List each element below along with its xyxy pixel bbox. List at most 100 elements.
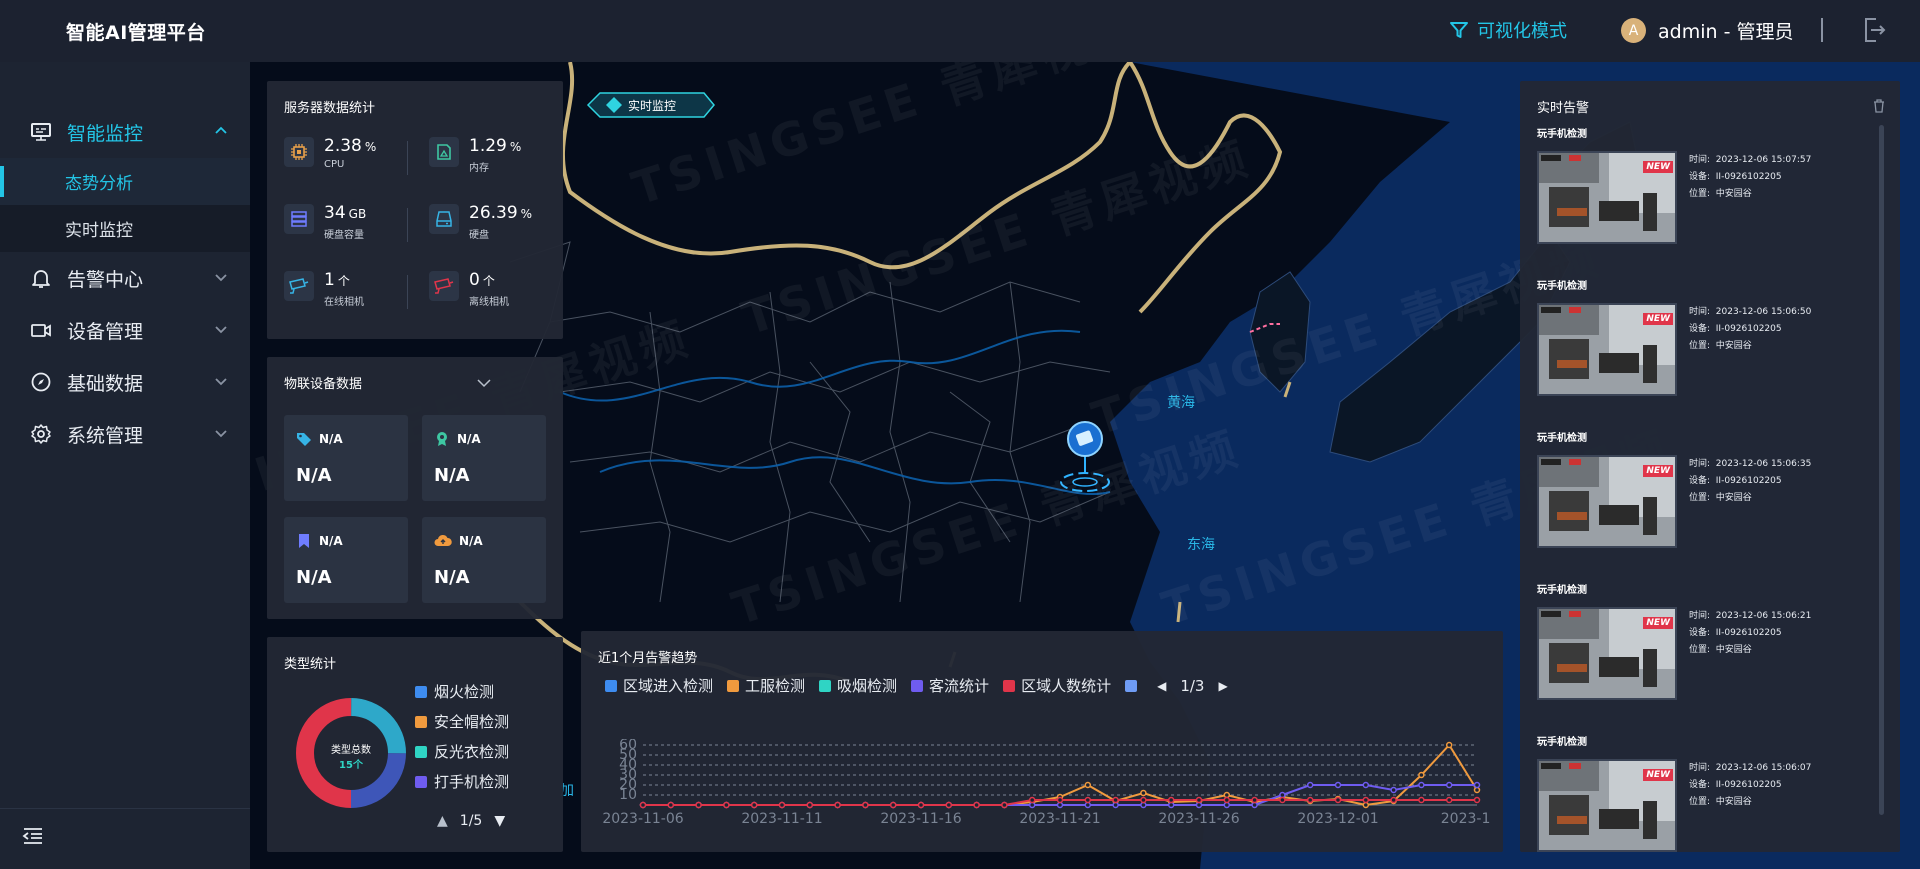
user-menu[interactable]: A admin - 管理员 [1621, 17, 1793, 44]
data-point[interactable] [806, 801, 814, 809]
collapse-sidebar-button[interactable] [22, 827, 44, 849]
alarm-item[interactable]: 玩手机检测 NEW 时间: 2023-12-06 15:06:07 设备: II-09… [1537, 733, 1837, 852]
data-point[interactable] [1418, 796, 1425, 804]
stat-divider [407, 208, 408, 242]
iot-card-value: N/A [296, 465, 332, 486]
trend-legend-item[interactable]: 区域人数统计 [1003, 675, 1111, 696]
iot-card[interactable]: N/A N/A [422, 517, 546, 603]
trend-legend-item[interactable]: 区域进入检测 [605, 675, 713, 696]
chevron-down-icon[interactable] [477, 377, 491, 389]
alarm-device: II-0926102205 [1715, 780, 1782, 790]
alarm-snapshot[interactable]: NEW [1537, 607, 1677, 700]
alarm-snapshot[interactable]: NEW [1537, 759, 1677, 852]
sidebar-subitem-situation[interactable]: 态势分析 [0, 158, 250, 205]
data-point[interactable] [750, 801, 758, 809]
data-point[interactable] [1334, 796, 1342, 804]
legend-label: 客流统计 [929, 677, 990, 695]
chevron-down-icon [215, 378, 227, 386]
visual-mode-button[interactable]: 可视化模式 [1449, 17, 1567, 43]
data-point[interactable] [1445, 781, 1453, 789]
data-point[interactable] [1001, 801, 1008, 809]
sidebar-item-device-mgmt[interactable]: 设备管理 [0, 304, 250, 356]
alarm-item[interactable]: 玩手机检测 NEW 时间: 2023-12-06 15:06:21 设备: II-09… [1537, 581, 1837, 731]
data-point[interactable] [1056, 796, 1064, 804]
trend-legend-item[interactable] [1125, 679, 1143, 692]
data-point[interactable] [1195, 796, 1203, 804]
data-point[interactable] [639, 801, 647, 809]
menu-fold-icon [22, 828, 42, 844]
pager-prev-icon[interactable]: ▲ [437, 813, 448, 829]
trash-icon[interactable] [1873, 99, 1885, 113]
alarm-snapshot[interactable]: NEW [1537, 455, 1677, 548]
data-point[interactable] [862, 801, 869, 809]
data-point[interactable] [1167, 796, 1175, 804]
data-point[interactable] [1473, 781, 1481, 789]
sidebar-menu: 智能监控 态势分析 实时监控 告警中心 设备管理 基础数据 系统管理 [0, 106, 250, 460]
data-point[interactable] [1279, 796, 1286, 804]
trend-legend-item[interactable]: 吸烟检测 [819, 675, 897, 696]
data-point[interactable] [1362, 781, 1370, 789]
data-point[interactable] [1028, 796, 1036, 804]
data-point[interactable] [1445, 796, 1453, 804]
data-point[interactable] [973, 801, 980, 809]
live-monitor-tag[interactable]: 实时监控 [586, 90, 716, 120]
data-point[interactable] [1306, 796, 1314, 804]
sidebar-item-alarm-center[interactable]: 告警中心 [0, 252, 250, 304]
data-point[interactable] [1251, 796, 1258, 804]
data-point[interactable] [889, 801, 897, 809]
alarm-snapshot[interactable]: NEW [1537, 303, 1677, 396]
trend-legend-item[interactable]: 工服检测 [727, 675, 805, 696]
data-point[interactable] [1084, 796, 1092, 804]
chevron-down-icon [215, 326, 227, 334]
alarm-item[interactable]: 玩手机检测 NEW 时间: 2023-12-06 15:06:35 设备: II-09… [1537, 429, 1837, 579]
alarm-snapshot[interactable]: NEW [1537, 151, 1677, 244]
data-point[interactable] [1390, 786, 1397, 794]
data-point[interactable] [1362, 796, 1370, 804]
trend-pager-next-icon[interactable]: ▶ [1218, 679, 1227, 693]
data-point[interactable] [778, 801, 786, 809]
sidebar-divider [0, 808, 250, 809]
iot-card[interactable]: N/A N/A [284, 517, 408, 603]
type-legend-item[interactable]: 打手机检测 [415, 771, 509, 792]
data-point[interactable] [1473, 796, 1481, 804]
data-point[interactable] [1084, 781, 1092, 789]
trend-pager-prev-icon[interactable]: ◀ [1157, 679, 1166, 693]
type-legend-item[interactable]: 安全帽检测 [415, 711, 509, 732]
alarm-item[interactable]: 玩手机检测 NEW 时间: 2023-12-06 15:06:50 设备: II-09… [1537, 277, 1837, 427]
iot-card[interactable]: N/A N/A [422, 415, 546, 501]
data-point[interactable] [1418, 771, 1425, 779]
panel-title: 类型统计 [284, 657, 337, 672]
type-legend-item[interactable]: 反光衣检测 [415, 741, 509, 762]
data-point[interactable] [1445, 741, 1453, 749]
logout-button[interactable] [1862, 17, 1886, 47]
sidebar-item-base-data[interactable]: 基础数据 [0, 356, 250, 408]
cpu-icon [284, 137, 314, 167]
alarm-location-label: 位置: [1689, 493, 1711, 503]
data-point[interactable] [1140, 796, 1147, 804]
sidebar-item-smart-monitor[interactable]: 智能监控 [0, 106, 250, 158]
data-point[interactable] [1112, 796, 1119, 804]
sidebar-subitem-live-monitor[interactable]: 实时监控 [0, 205, 250, 252]
data-point[interactable] [1140, 789, 1147, 797]
alarm-location: 中安园谷 [1715, 645, 1752, 655]
stat-offline-camera: 0 个离线相机 [429, 271, 509, 308]
data-point[interactable] [667, 801, 675, 809]
data-point[interactable] [723, 801, 730, 809]
data-point[interactable] [945, 801, 953, 809]
data-point[interactable] [1334, 781, 1342, 789]
iot-card[interactable]: N/A N/A [284, 415, 408, 501]
data-point[interactable] [695, 801, 702, 809]
sidebar-item-system-mgmt[interactable]: 系统管理 [0, 408, 250, 460]
data-point[interactable] [834, 801, 841, 809]
data-point[interactable] [1390, 796, 1397, 804]
pager-next-icon[interactable]: ▼ [494, 813, 505, 829]
trend-legend-item[interactable]: 客流统计 [911, 675, 989, 696]
alarm-scrollbar[interactable] [1879, 125, 1884, 815]
alarm-item[interactable]: 玩手机检测 NEW 时间: 2023-12-06 15:07:57 设备: II-09… [1537, 125, 1837, 275]
data-point[interactable] [1418, 781, 1425, 789]
type-legend-item[interactable]: 烟火检测 [415, 681, 494, 702]
data-point[interactable] [917, 801, 925, 809]
data-point[interactable] [1223, 796, 1231, 804]
data-point[interactable] [1306, 781, 1314, 789]
alarm-time-label: 时间: [1689, 611, 1711, 621]
